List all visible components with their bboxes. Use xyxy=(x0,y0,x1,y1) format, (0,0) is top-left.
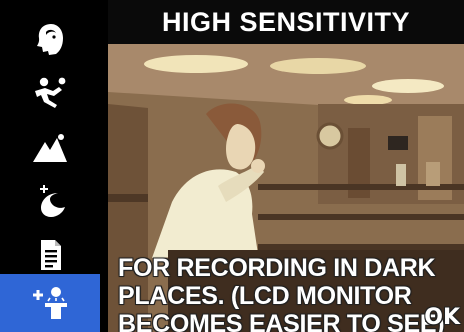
mode-description: FOR RECORDING IN DARK PLACES. (LCD MONIT… xyxy=(118,254,458,332)
landscape-icon xyxy=(33,134,67,162)
mode-night-scene[interactable] xyxy=(10,176,90,226)
description-line: FOR RECORDING IN DARK xyxy=(118,254,436,282)
sample-scene-illustration: FOR RECORDING IN DARK PLACES. (LCD MONIT… xyxy=(108,44,464,332)
title-bar: HIGH SENSITIVITY xyxy=(108,0,464,44)
camera-lcd-screen: HIGH SENSITIVITY FOR RECORDING IN DARK P… xyxy=(0,0,464,332)
sports-icon xyxy=(35,77,66,108)
mode-description-panel: HIGH SENSITIVITY FOR RECORDING IN DARK P… xyxy=(108,0,464,332)
portrait-icon xyxy=(37,24,63,55)
mode-title: HIGH SENSITIVITY xyxy=(161,6,411,37)
ok-button[interactable]: OK xyxy=(424,305,460,330)
scene-mode-menu xyxy=(0,0,100,332)
description-line: BECOMES EASIER TO SEE) xyxy=(118,310,445,332)
description-line: PLACES. (LCD MONITOR xyxy=(118,282,412,310)
mode-portrait[interactable] xyxy=(10,14,90,64)
high-sensitivity-icon xyxy=(33,287,67,319)
mode-high-sensitivity[interactable] xyxy=(0,274,100,332)
mode-landscape[interactable] xyxy=(10,124,90,174)
mode-text[interactable] xyxy=(10,230,90,280)
night-scene-icon xyxy=(40,185,65,217)
text-document-icon xyxy=(41,240,61,270)
mode-sports[interactable] xyxy=(10,68,90,118)
